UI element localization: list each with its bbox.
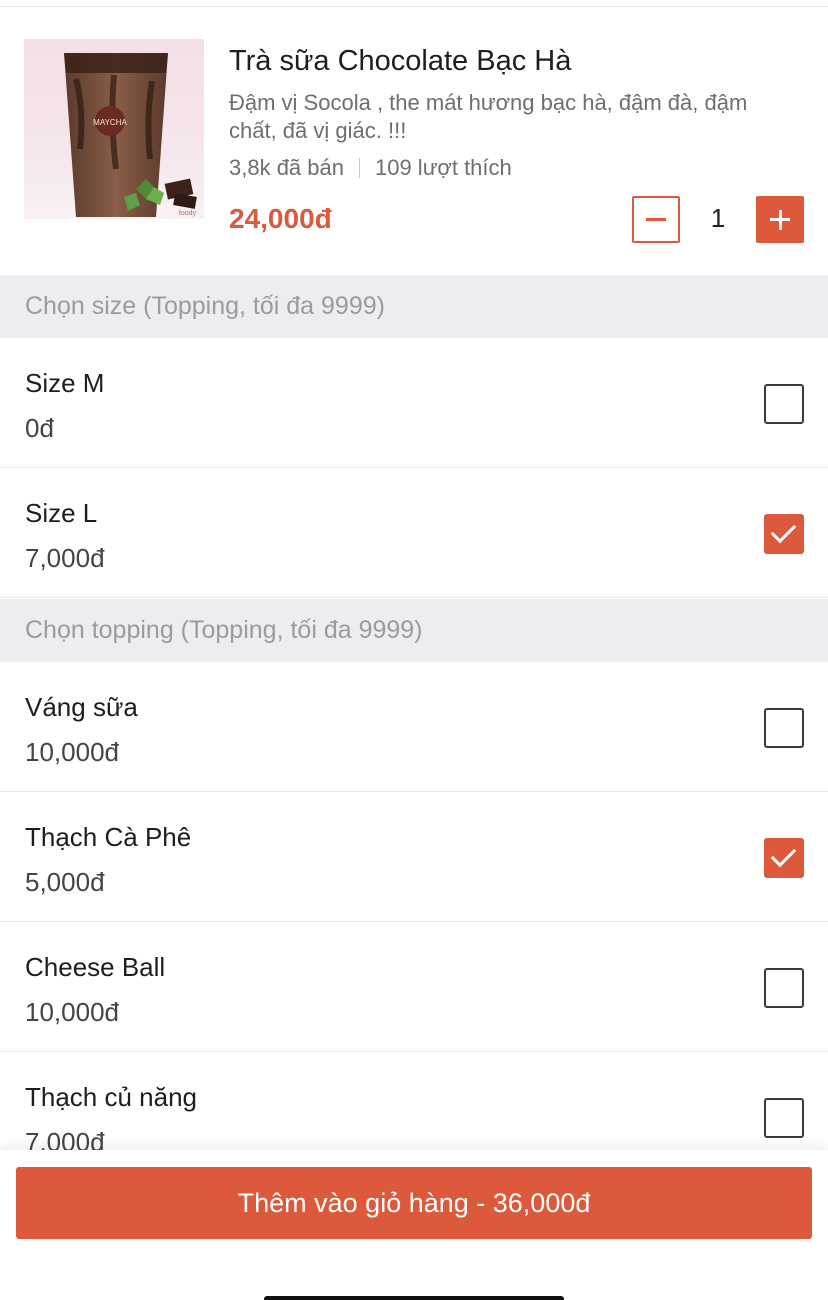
option-name: Size L bbox=[25, 498, 98, 528]
option-name: Thạch củ năng bbox=[25, 1082, 198, 1112]
vang-sua-checkbox[interactable] bbox=[764, 708, 804, 748]
home-indicator bbox=[264, 1296, 564, 1300]
option-row-thach-ca-phe[interactable]: Thạch Cà Phê 5,000đ bbox=[0, 792, 828, 922]
option-price: 7,000đ bbox=[25, 543, 105, 573]
option-price: 10,000đ bbox=[25, 737, 119, 767]
option-row-vang-sua[interactable]: Váng sữa 10,000đ bbox=[0, 662, 828, 792]
option-name: Size M bbox=[25, 368, 105, 398]
product-stats: 3,8k đã bán 109 lượt thích bbox=[229, 155, 512, 181]
bottom-action-bar: Thêm vào giỏ hàng - 36,000đ bbox=[0, 1150, 828, 1300]
option-row-cheese-ball[interactable]: Cheese Ball 10,000đ bbox=[0, 922, 828, 1052]
option-name: Cheese Ball bbox=[25, 952, 166, 982]
size-section-header: Chọn size (Topping, tối đa 9999) bbox=[0, 275, 828, 338]
option-price: 5,000đ bbox=[25, 867, 105, 897]
thach-cu-nang-checkbox[interactable] bbox=[764, 1098, 804, 1138]
increase-quantity-button[interactable] bbox=[756, 196, 804, 243]
product-price: 24,000đ bbox=[229, 203, 332, 234]
option-price: 10,000đ bbox=[25, 997, 119, 1027]
image-watermark: foody bbox=[179, 210, 197, 217]
topping-section-header: Chọn topping (Topping, tối đa 9999) bbox=[0, 599, 828, 662]
option-row-size-m[interactable]: Size M 0đ bbox=[0, 338, 828, 468]
cheese-ball-checkbox[interactable] bbox=[764, 968, 804, 1008]
like-count: 109 lượt thích bbox=[374, 155, 512, 180]
cup-logo: MAYCHA bbox=[93, 118, 127, 127]
product-header: MAYCHA foody Trà sữa Chocolate Bạc Hà Đậ… bbox=[0, 7, 828, 275]
stat-divider bbox=[358, 158, 360, 178]
product-title: Trà sữa Chocolate Bạc Hà bbox=[229, 45, 572, 77]
product-image[interactable]: MAYCHA foody bbox=[24, 39, 204, 219]
add-to-cart-button[interactable]: Thêm vào giỏ hàng - 36,000đ bbox=[16, 1167, 812, 1239]
size-l-checkbox[interactable] bbox=[764, 514, 804, 554]
size-m-checkbox[interactable] bbox=[764, 384, 804, 424]
option-name: Thạch Cà Phê bbox=[25, 822, 192, 852]
option-price: 0đ bbox=[25, 413, 54, 443]
product-description: Đậm vị Socola , the mát hương bạc hà, đậ… bbox=[229, 90, 748, 143]
product-options-screen: MAYCHA foody Trà sữa Chocolate Bạc Hà Đậ… bbox=[0, 0, 828, 1300]
option-name: Váng sữa bbox=[25, 692, 138, 722]
decrease-quantity-button[interactable] bbox=[632, 196, 680, 243]
milk-tea-cup-illustration: MAYCHA foody bbox=[64, 53, 197, 217]
sold-count: 3,8k đã bán bbox=[229, 155, 344, 180]
thach-ca-phe-checkbox[interactable] bbox=[764, 838, 804, 878]
option-row-size-l[interactable]: Size L 7,000đ bbox=[0, 468, 828, 598]
quantity-value: 1 bbox=[710, 203, 726, 233]
